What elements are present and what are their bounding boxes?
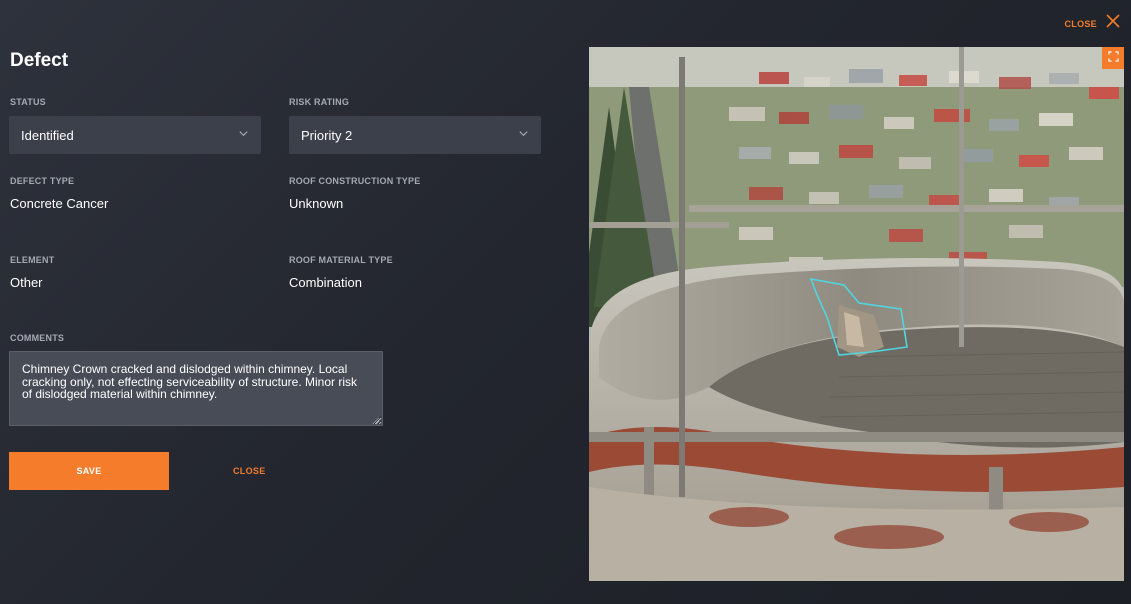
risk-rating-value: Priority 2 — [301, 127, 353, 143]
element-label: ELEMENT — [10, 255, 55, 265]
element-value: Other — [10, 275, 43, 290]
defect-type-value: Concrete Cancer — [10, 196, 109, 211]
status-label: STATUS — [10, 97, 46, 107]
defect-photo — [589, 47, 1124, 581]
comments-label: COMMENTS — [10, 333, 65, 343]
chimney-photo-illustration — [589, 47, 1124, 581]
roof-material-type-value: Combination — [289, 275, 362, 290]
roof-material-type-label: ROOF MATERIAL TYPE — [289, 255, 393, 265]
comments-textarea[interactable]: Chimney Crown cracked and dislodged with… — [9, 351, 383, 426]
status-value: Identified — [21, 127, 74, 143]
fullscreen-button[interactable] — [1102, 47, 1124, 69]
chevron-down-icon — [238, 126, 249, 144]
roof-construction-type-label: ROOF CONSTRUCTION TYPE — [289, 176, 421, 186]
status-select[interactable]: Identified — [9, 116, 261, 154]
close-x-icon — [1105, 13, 1121, 34]
risk-rating-label: RISK RATING — [289, 97, 350, 107]
resize-grip-icon[interactable] — [372, 415, 380, 425]
chevron-down-icon — [518, 126, 529, 144]
close-link[interactable]: CLOSE — [233, 466, 266, 476]
page-title: Defect — [10, 50, 69, 71]
defect-type-label: DEFECT TYPE — [10, 176, 75, 186]
expand-icon — [1107, 49, 1119, 67]
top-close-label: CLOSE — [1064, 18, 1097, 29]
top-close-button[interactable]: CLOSE — [1064, 13, 1121, 34]
save-button[interactable]: SAVE — [9, 452, 169, 490]
roof-construction-type-value: Unknown — [289, 196, 344, 211]
risk-rating-select[interactable]: Priority 2 — [289, 116, 541, 154]
comments-text: Chimney Crown cracked and dislodged with… — [22, 362, 358, 401]
